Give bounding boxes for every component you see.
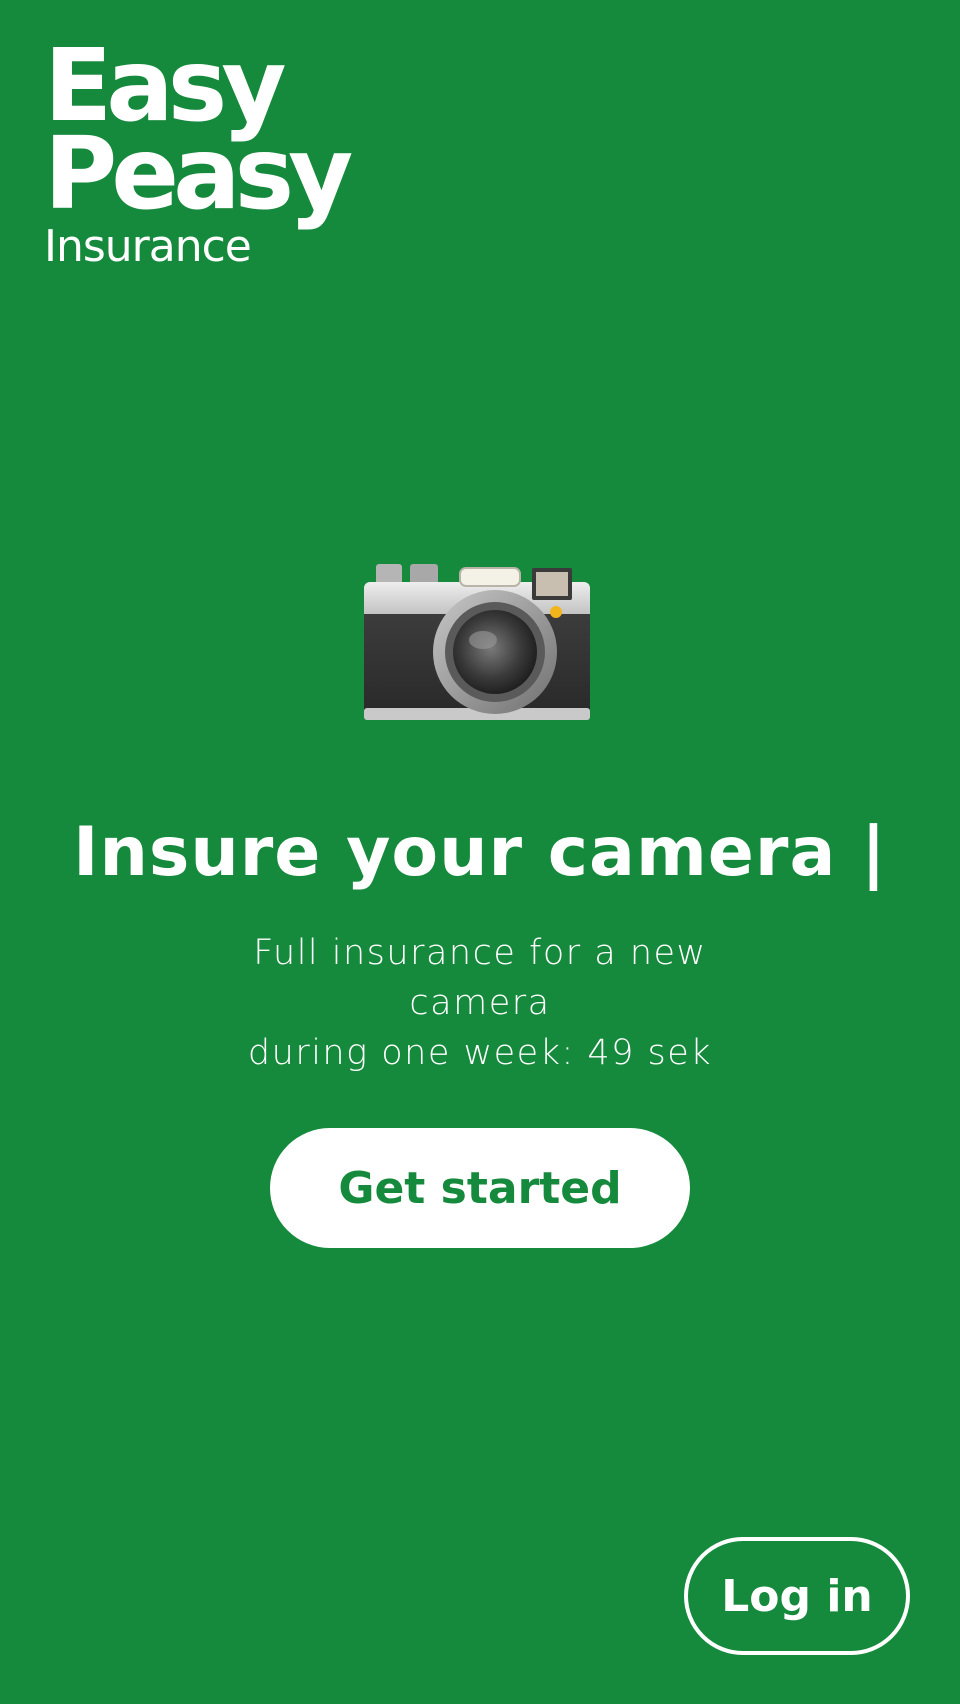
login-button[interactable]: Log in [684, 1537, 910, 1655]
offer-description: Full insurance for a new camera during o… [180, 928, 780, 1078]
headline: Insure your camera | [73, 813, 887, 892]
offer-description-line2: during one week: 49 sek [247, 1033, 713, 1073]
offer-description-line1: Full insurance for a new camera [253, 933, 707, 1023]
landing-screen: Easy Peasy Insurance Insure your camera … [0, 0, 960, 1704]
logo-word-peasy: Peasy [44, 115, 353, 232]
camera-icon [364, 564, 590, 720]
get-started-button[interactable]: Get started [270, 1128, 690, 1248]
brand-logo: Easy Peasy Insurance [44, 36, 353, 272]
